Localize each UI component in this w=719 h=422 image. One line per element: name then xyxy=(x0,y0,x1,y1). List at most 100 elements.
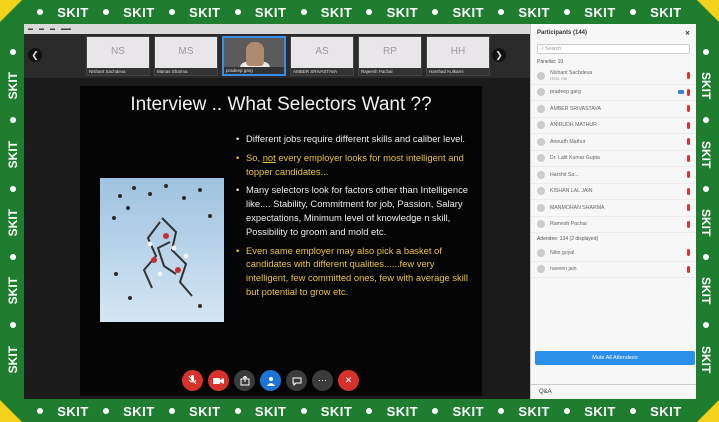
border-band-right: SKIT SKIT SKIT SKIT SKIT xyxy=(695,40,717,382)
meeting-controls: ⋯ ✕ xyxy=(182,370,359,394)
participant-name-cell: Dr. Lalit Kumar Gupta xyxy=(550,155,684,161)
mic-muted-icon[interactable] xyxy=(687,88,690,96)
border-word: SKIT xyxy=(386,4,419,20)
participant-thumbnail[interactable]: HH Harshad Kulkarni xyxy=(426,36,490,76)
border-dot xyxy=(300,9,307,15)
border-word: SKIT xyxy=(518,4,550,20)
participant-search-input[interactable]: ⌕ Search xyxy=(537,44,690,54)
leave-icon[interactable]: ✕ xyxy=(338,370,359,391)
participant-thumbnail[interactable]: MS Manas Sharma xyxy=(154,36,218,76)
mic-muted-icon[interactable] xyxy=(687,121,690,129)
border-word: SKIT xyxy=(6,72,20,100)
avatar xyxy=(537,170,545,179)
participant-name: Harshit Sa... xyxy=(550,171,579,178)
participant-row[interactable]: KISHAN LAL JAIN xyxy=(531,184,696,200)
participant-row[interactable]: ANIRUDH MATHUR xyxy=(531,118,696,134)
participant-thumbnail[interactable]: NS Nishant Sachdeva xyxy=(86,36,150,76)
participant-name-cell: Anirudh Mathur xyxy=(550,139,684,145)
border-word: SKIT xyxy=(6,277,20,305)
participant-thumbnail[interactable]: RP Rajeesh Pachai xyxy=(358,36,422,76)
participant-row[interactable]: Nishant Sachdeva Host, me xyxy=(531,68,696,85)
participant-name: Anirudh Mathur xyxy=(550,138,586,145)
slide-bullet-list: • Different jobs require different skills… xyxy=(236,132,474,304)
border-dot xyxy=(10,253,16,260)
participant-row[interactable]: MANMOHAN SHARMA xyxy=(531,200,696,217)
mic-muted-icon[interactable] xyxy=(687,220,690,228)
participant-row[interactable]: AMBER SRIVASTAVA xyxy=(531,101,696,118)
menu-item[interactable]: ▬▬ xyxy=(61,26,71,32)
participant-name: pradeep garg xyxy=(550,89,581,96)
participant-name-cell: KISHAN LAL JAIN xyxy=(550,188,684,194)
border-word: SKIT xyxy=(699,345,713,374)
participant-row[interactable]: Harshit Sa... xyxy=(531,167,696,184)
border-dot xyxy=(366,9,373,15)
participant-row[interactable]: Nitin goyal xyxy=(531,245,696,262)
bullet-text-emphasis: not xyxy=(262,151,276,163)
participant-row[interactable]: Ramesh Pachai xyxy=(531,217,696,233)
participant-thumbnail[interactable]: AS AMBER SRIVASTAVA xyxy=(290,36,354,76)
avatar xyxy=(537,187,545,196)
participant-thumbnail[interactable]: pradeep garg xyxy=(222,36,286,76)
panelists-section-label[interactable]: Panelist: 10 xyxy=(531,56,696,68)
more-icon[interactable]: ⋯ xyxy=(312,370,333,391)
participant-row[interactable]: naveen jain xyxy=(531,262,696,278)
participants-title: Participants (144) xyxy=(537,30,588,36)
border-word: SKIT xyxy=(452,4,485,20)
border-dot xyxy=(37,9,44,15)
participant-row[interactable]: pradeep garg xyxy=(531,85,696,101)
mic-muted-icon[interactable] xyxy=(687,171,690,179)
participant-name-cell: MANMOHAN SHARMA xyxy=(550,205,684,211)
border-dot xyxy=(37,408,44,414)
participants-icon[interactable] xyxy=(260,370,281,391)
border-band-top: SKIT SKIT SKIT SKIT SKIT SKIT SKIT SKIT SKIT SKIT xyxy=(30,1,689,23)
border-word: SKIT xyxy=(320,4,353,20)
mic-muted-icon[interactable] xyxy=(687,204,690,212)
border-word: SKIT xyxy=(254,4,287,20)
menu-item[interactable]: ▬ xyxy=(28,26,33,32)
menu-item[interactable]: ▬ xyxy=(50,26,55,32)
border-dot xyxy=(102,408,109,414)
mic-muted-icon[interactable] xyxy=(687,249,690,257)
attendees-section-label[interactable]: Attendee: 134 (2 displayed) xyxy=(531,233,696,245)
mic-muted-icon[interactable] xyxy=(687,105,690,113)
border-dot xyxy=(629,408,636,414)
participant-row[interactable]: Dr. Lalit Kumar Gupta xyxy=(531,151,696,167)
thumbs-prev-icon[interactable]: ❮ xyxy=(28,48,42,62)
meeting-window: ▬ ▬ ▬ ▬▬ ❮ ❯ NS Nishant Sachdeva MS Manas S… xyxy=(24,24,696,399)
share-icon[interactable] xyxy=(234,370,255,391)
slide-bullet: • Different jobs require different skills… xyxy=(236,132,474,146)
menu-item[interactable]: ▬ xyxy=(39,26,44,32)
border-word: SKIT xyxy=(699,140,713,168)
participant-name: Nitin goyal xyxy=(550,249,575,256)
participant-name-cell: Harshit Sa... xyxy=(550,172,684,178)
border-dot xyxy=(629,9,636,15)
thumbnail-name: Manas Sharma xyxy=(155,68,217,75)
thumbs-next-icon[interactable]: ❯ xyxy=(492,48,506,62)
mic-muted-icon[interactable] xyxy=(687,72,690,80)
qa-section[interactable]: Q&A xyxy=(531,384,696,399)
participant-name: KISHAN LAL JAIN xyxy=(550,188,593,195)
close-panel-icon[interactable]: ✕ xyxy=(685,30,690,37)
mic-muted-icon[interactable] xyxy=(687,138,690,146)
mic-off-icon[interactable] xyxy=(182,370,203,391)
border-word: SKIT xyxy=(188,4,221,20)
border-word: SKIT xyxy=(650,403,682,419)
mic-muted-icon[interactable] xyxy=(687,187,690,195)
mute-all-button[interactable]: Mute All Attendees xyxy=(535,351,695,365)
thumbnail-name: Harshad Kulkarni xyxy=(427,68,489,75)
search-placeholder: Search xyxy=(545,46,562,52)
chat-icon[interactable] xyxy=(286,370,307,391)
corner-top-right xyxy=(697,0,719,22)
video-off-icon[interactable] xyxy=(208,370,229,391)
mic-muted-icon[interactable] xyxy=(687,265,690,273)
mic-muted-icon[interactable] xyxy=(687,154,690,162)
border-word: SKIT xyxy=(57,4,89,20)
participants-panel: Participants (144) ✕ ⌕ Search Panelist: … xyxy=(530,24,696,399)
avatar xyxy=(537,265,545,274)
participant-row[interactable]: Anirudh Mathur xyxy=(531,134,696,151)
bullet-dot: • xyxy=(236,184,240,196)
avatar xyxy=(537,220,545,229)
border-dot xyxy=(703,322,709,329)
border-dot xyxy=(234,408,241,414)
border-dot xyxy=(564,408,571,414)
